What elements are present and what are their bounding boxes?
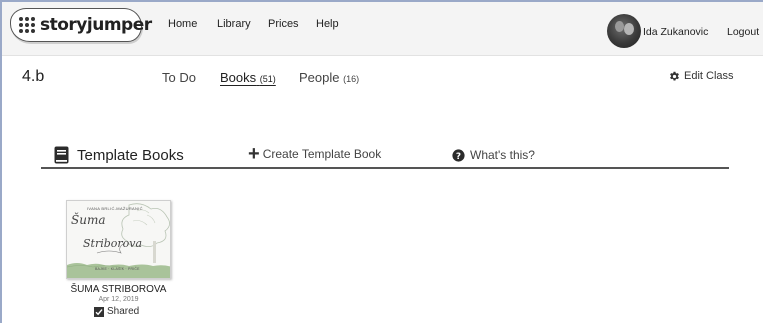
tab-books-count: (51) — [259, 74, 276, 84]
tab-books-label: Books — [220, 70, 257, 85]
book-cover-thumbnail[interactable]: IVANA BRLIĆ-MAŽURANIĆ Šuma Striborova BA… — [66, 200, 171, 279]
class-title: 4.b — [22, 68, 45, 85]
shared-label: Shared — [107, 306, 140, 317]
section-divider — [41, 167, 729, 169]
nav-help-link[interactable]: Help — [316, 18, 339, 30]
logo-dots-icon — [19, 17, 35, 33]
brand-name: storyjumper — [40, 15, 152, 35]
whats-this-link[interactable]: ? What's this? — [452, 148, 535, 162]
nav-library-link[interactable]: Library — [217, 18, 251, 30]
cover-title-line-1: Šuma — [71, 213, 106, 227]
edit-class-button[interactable]: Edit Class — [669, 70, 734, 82]
user-name-link[interactable]: Ida Zukanovic — [643, 26, 708, 38]
edit-class-label: Edit Class — [684, 70, 734, 82]
question-circle-icon: ? — [452, 148, 465, 161]
svg-text:?: ? — [456, 151, 461, 161]
checkmark-icon — [94, 306, 104, 317]
section-header: Template Books — [54, 146, 184, 164]
whats-this-label: What's this? — [470, 148, 535, 162]
logout-link[interactable]: Logout — [727, 26, 759, 38]
tab-people[interactable]: People (16) — [299, 70, 359, 85]
cover-author-text: IVANA BRLIĆ-MAŽURANIĆ — [87, 206, 143, 211]
tab-books[interactable]: Books (51) — [220, 70, 276, 85]
create-template-book-label: Create Template Book — [262, 147, 382, 161]
tab-people-count: (16) — [343, 74, 360, 84]
nav-prices-link[interactable]: Prices — [268, 18, 299, 30]
plus-icon: + — [248, 143, 260, 165]
shared-checkbox[interactable]: Shared — [94, 306, 139, 317]
book-title-link[interactable]: ŠUMA STRIBOROVA — [66, 284, 171, 295]
user-avatar[interactable] — [607, 14, 641, 48]
storyjumper-logo[interactable]: storyjumper — [10, 8, 152, 42]
cover-footer-text: BAJKE · KLASIK · PRIČE — [95, 267, 140, 271]
book-icon — [54, 146, 69, 164]
nav-home-link[interactable]: Home — [168, 18, 197, 30]
create-template-book-button[interactable]: + Create Template Book — [248, 143, 382, 165]
tab-people-label: People — [299, 70, 340, 85]
tab-to-do-label: To Do — [162, 70, 196, 85]
gear-icon — [670, 71, 679, 81]
cover-title-line-2: Striborova — [83, 237, 143, 250]
section-title: Template Books — [77, 146, 184, 164]
tab-to-do[interactable]: To Do — [162, 70, 196, 85]
book-date: Apr 12, 2019 — [98, 296, 139, 303]
